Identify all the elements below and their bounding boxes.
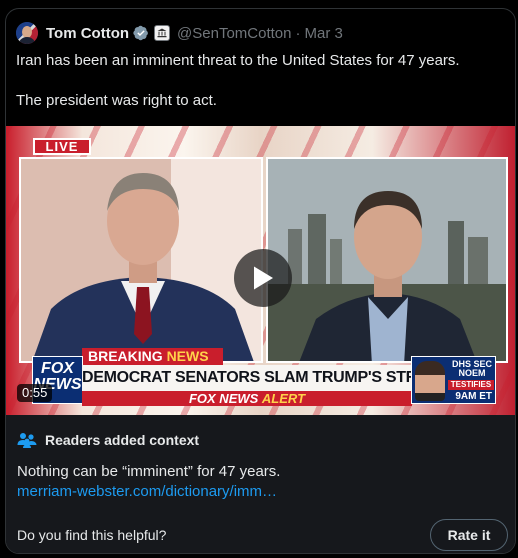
avatar[interactable]	[16, 22, 38, 44]
promo-box: DHS SEC NOEM TESTIFIES 9AM ET	[411, 356, 496, 404]
tweet-card[interactable]: Tom Cotton @SenTomCotton · Mar 3 Iran ha…	[5, 8, 516, 554]
tweet-line-1: Iran has been an imminent threat to the …	[16, 52, 460, 69]
breaking-prefix: BREAKING	[88, 348, 167, 364]
chyron-headline: DEMOCRAT SENATORS SLAM TRUMP'S STRIKES I…	[82, 365, 412, 391]
guest-panel	[266, 157, 508, 363]
video-player[interactable]: LIVE BREAKING NEWS FOX NEWS DEMOCRAT SEN…	[6, 126, 515, 415]
promo-title: DHS SEC NOEM	[450, 359, 494, 378]
rate-it-button[interactable]: Rate it	[430, 519, 508, 551]
tweet-line-2: The president was right to act.	[16, 92, 217, 109]
government-affiliation-icon[interactable]	[154, 25, 171, 41]
play-icon	[254, 266, 273, 290]
host-panel	[19, 157, 263, 363]
breaking-suffix: NEWS	[166, 348, 209, 364]
note-header: Readers added context	[17, 432, 199, 448]
breaking-news-banner: BREAKING NEWS	[82, 348, 223, 365]
community-note: Readers added context Nothing can be “im…	[6, 415, 515, 553]
tweet-header: Tom Cotton @SenTomCotton · Mar 3	[16, 21, 343, 45]
helpful-prompt: Do you find this helpful?	[17, 527, 167, 543]
readers-context-icon	[17, 433, 37, 448]
live-badge: LIVE	[33, 138, 91, 155]
post-date[interactable]: Mar 3	[304, 25, 342, 42]
promo-tag: TESTIFIES	[448, 380, 494, 390]
host-figure	[21, 159, 261, 361]
note-body: Nothing can be “imminent” for 47 years.	[17, 463, 281, 480]
alert-suffix: ALERT	[261, 391, 306, 406]
guest-figure	[268, 159, 506, 361]
news-alert-banner: FOX NEWS ALERT	[82, 391, 412, 406]
play-button[interactable]	[234, 249, 292, 307]
note-title: Readers added context	[45, 432, 200, 448]
alert-prefix: FOX NEWS	[188, 391, 262, 406]
author-name[interactable]: Tom Cotton	[46, 25, 129, 42]
note-source-link[interactable]: merriam-webster.com/dictionary/imm…	[17, 482, 277, 502]
video-duration: 0:55	[17, 384, 53, 402]
promo-time: 9AM ET	[455, 391, 492, 402]
verified-badge-icon	[133, 25, 148, 41]
tweet-text: Iran has been an imminent threat to the …	[16, 51, 506, 111]
separator: ·	[295, 24, 301, 42]
author-handle[interactable]: @SenTomCotton	[177, 25, 291, 42]
